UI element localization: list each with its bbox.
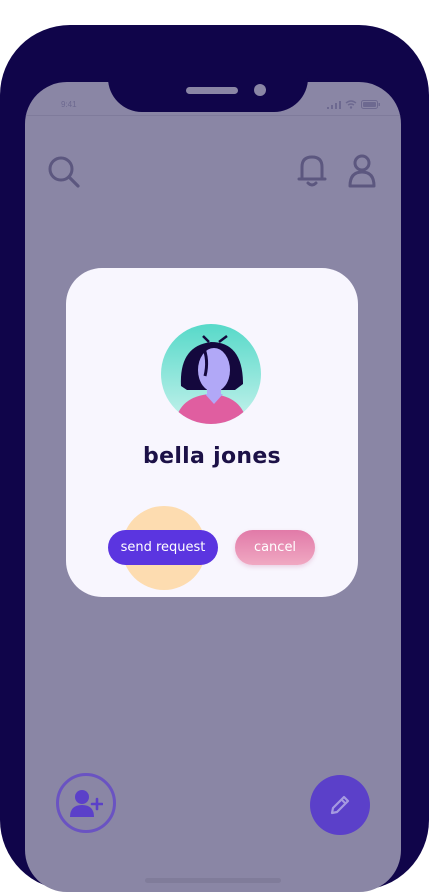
pencil-icon <box>330 795 350 815</box>
user-name: bella jones <box>143 444 281 469</box>
home-indicator <box>145 878 281 883</box>
avatar-illustration <box>161 324 261 424</box>
status-time: 9:41 <box>61 100 77 109</box>
user-avatar <box>161 324 261 424</box>
signal-icon <box>327 100 341 109</box>
user-icon[interactable] <box>347 153 377 189</box>
friend-request-dialog: bella jones send request cancel <box>66 268 358 597</box>
speaker-grille <box>186 87 238 94</box>
add-user-icon <box>70 790 103 817</box>
front-camera <box>254 84 266 96</box>
bell-icon[interactable] <box>297 152 327 188</box>
send-request-button[interactable]: send request <box>108 530 218 565</box>
cancel-button[interactable]: cancel <box>235 530 315 565</box>
compose-button[interactable] <box>310 775 370 835</box>
status-divider <box>25 115 401 116</box>
wifi-icon <box>345 100 357 109</box>
add-contact-button[interactable] <box>56 773 116 833</box>
phone-notch <box>108 50 308 112</box>
search-icon[interactable] <box>47 155 81 189</box>
status-icons <box>327 100 381 109</box>
battery-icon <box>361 100 380 109</box>
